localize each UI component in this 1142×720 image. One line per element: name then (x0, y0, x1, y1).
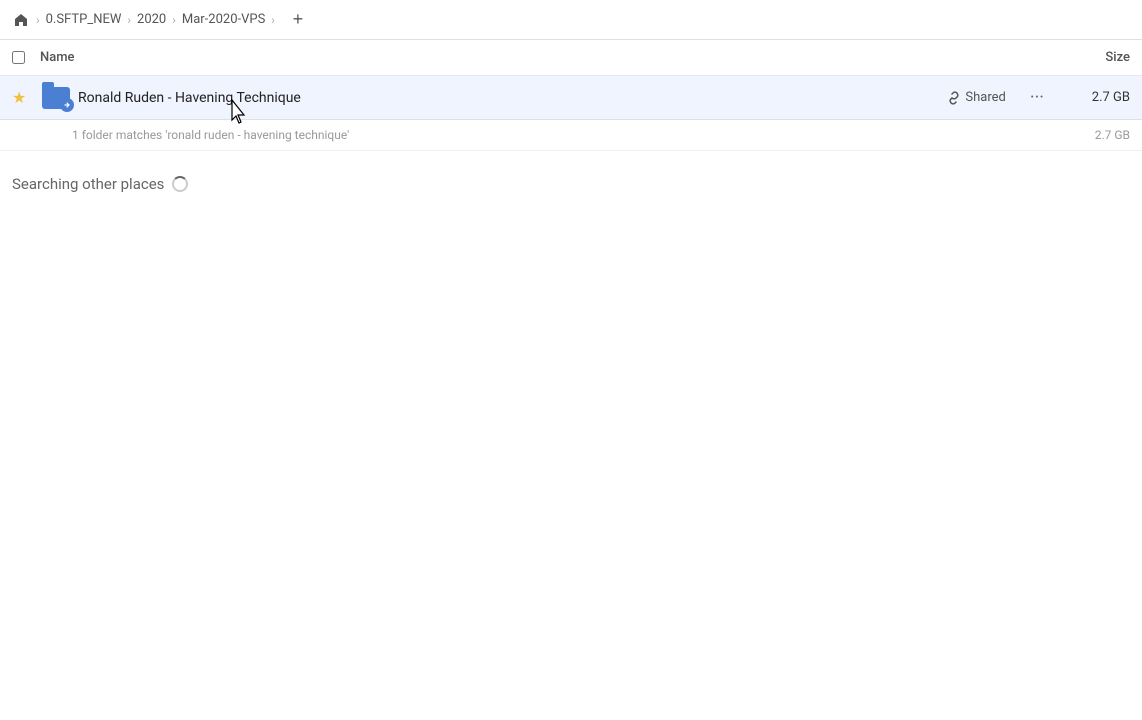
match-info-row: 1 folder matches 'ronald ruden - havenin… (0, 120, 1142, 151)
breadcrumb-mar-label: Mar-2020-VPS (182, 12, 265, 27)
breadcrumb-home[interactable] (12, 11, 30, 29)
sep-1: › (36, 13, 40, 27)
link-badge-icon (60, 98, 74, 112)
folder-icon-wrapper (40, 84, 72, 112)
breadcrumb-sftp-label: 0.SFTP_NEW (46, 12, 122, 27)
file-name-label[interactable]: Ronald Ruden - Havening Technique (78, 90, 941, 106)
match-text: 1 folder matches 'ronald ruden - havenin… (72, 128, 1050, 142)
shared-button[interactable]: Shared (941, 87, 1011, 108)
sep-3: › (172, 13, 176, 27)
breadcrumb-2020[interactable]: 2020 (137, 12, 166, 27)
match-size: 2.7 GB (1050, 128, 1130, 142)
breadcrumb-bar: › 0.SFTP_NEW › 2020 › Mar-2020-VPS › + (0, 0, 1142, 40)
add-tab-button[interactable]: + (285, 7, 311, 33)
name-column-header: Name (40, 50, 1050, 65)
star-icon[interactable]: ★ (12, 88, 36, 107)
file-row[interactable]: ★ Ronald Ruden - Havening Technique Shar… (0, 76, 1142, 120)
breadcrumb-sftp[interactable]: 0.SFTP_NEW (46, 12, 122, 27)
column-headers: Name Size (0, 40, 1142, 76)
loading-spinner (172, 176, 188, 192)
link-icon (947, 91, 961, 105)
sep-4: › (271, 13, 275, 27)
more-options-button[interactable]: ··· (1024, 85, 1050, 110)
home-icon (12, 11, 30, 29)
file-size: 2.7 GB (1050, 90, 1130, 105)
shared-label: Shared (965, 90, 1005, 105)
searching-other-places-label: Searching other places (12, 175, 164, 193)
select-all-checkbox[interactable] (12, 51, 40, 64)
file-actions: Shared ··· (941, 85, 1050, 110)
size-column-header: Size (1050, 50, 1130, 65)
sep-2: › (127, 13, 131, 27)
breadcrumb-mar[interactable]: Mar-2020-VPS (182, 12, 265, 27)
row-checkbox-wrapper: ★ (12, 88, 40, 107)
searching-other-places-section: Searching other places (0, 151, 1142, 205)
breadcrumb-2020-label: 2020 (137, 12, 166, 27)
checkbox-all[interactable] (12, 51, 25, 64)
